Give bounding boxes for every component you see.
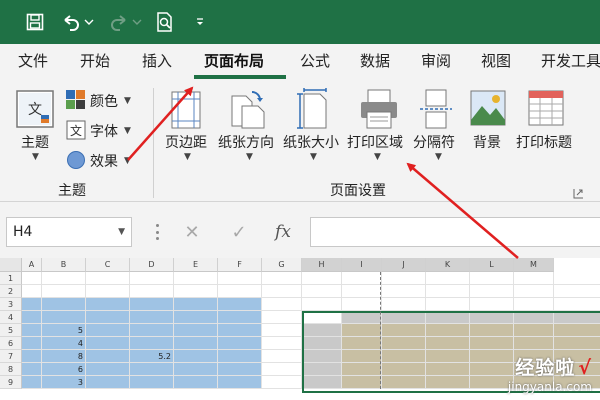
arrow-to-page-layout-tab — [127, 86, 194, 161]
annotation-arrows — [127, 86, 519, 259]
arrow-to-print-area-button — [406, 162, 519, 259]
watermark-brand: 经验啦 √ — [515, 357, 592, 379]
watermark: 经验啦 √ jingyanla.com — [508, 353, 592, 394]
watermark-url: jingyanla.com — [507, 380, 592, 394]
excel-window: 文件 开始 插入 页面布局 公式 数据 审阅 视图 开发工具 文 主题 ▼ 颜色… — [0, 0, 600, 400]
